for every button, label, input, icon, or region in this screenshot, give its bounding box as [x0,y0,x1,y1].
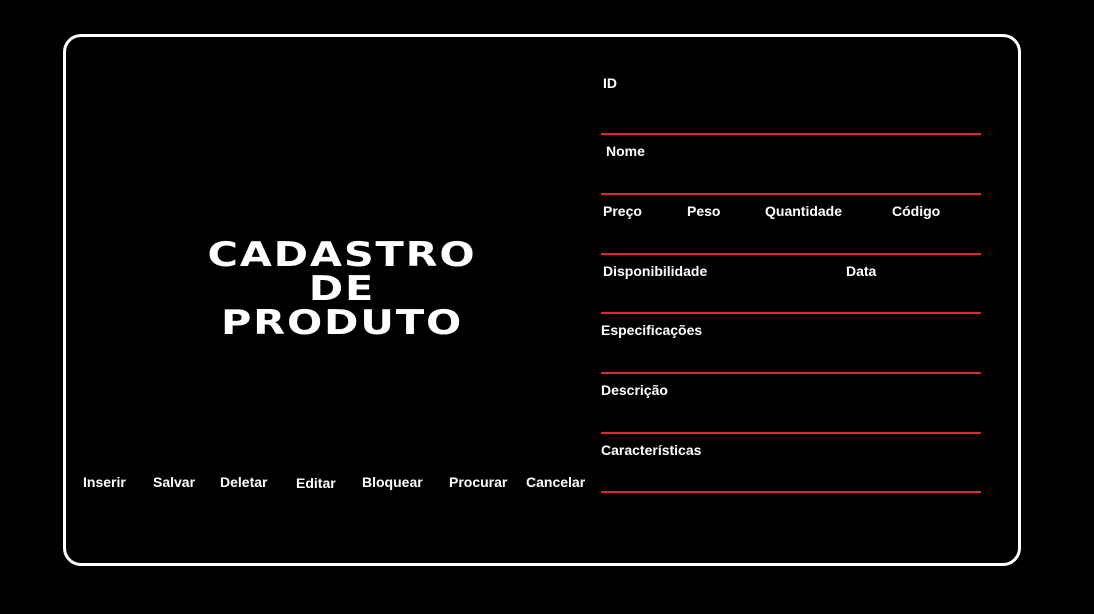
title-line-2: DE [308,269,376,309]
nome-field[interactable] [601,193,981,195]
codigo-label: Código [892,203,941,219]
inserir-button[interactable]: Inserir [83,473,126,491]
caracteristicas-label: Características [601,442,702,458]
peso-label: Peso [687,203,721,219]
descricao-field[interactable] [601,432,981,434]
deletar-button[interactable]: Deletar [220,473,267,491]
bloquear-button[interactable]: Bloquear [362,473,423,491]
salvar-button[interactable]: Salvar [153,473,195,491]
title-line-1: CADASTRO [207,235,477,275]
nome-label: Nome [606,143,645,159]
id-label: ID [603,75,617,91]
title-line-3: PRODUTO [220,303,464,343]
especificacoes-label: Especificações [601,322,703,338]
cancelar-button[interactable]: Cancelar [526,473,585,491]
procurar-button[interactable]: Procurar [449,473,507,491]
disponibilidade-data-field[interactable] [601,312,981,314]
caracteristicas-field[interactable] [601,491,981,493]
disponibilidade-label: Disponibilidade [603,263,708,279]
data-label: Data [846,263,877,279]
preco-peso-quantidade-codigo-field[interactable] [601,253,981,255]
preco-label: Preço [603,203,642,219]
editar-button[interactable]: Editar [296,474,336,492]
quantidade-label: Quantidade [765,203,843,219]
especificacoes-field[interactable] [601,372,981,374]
page-title: CADASTRO DE PRODUTO [147,238,537,340]
id-field[interactable] [601,133,981,135]
descricao-label: Descrição [601,382,668,398]
